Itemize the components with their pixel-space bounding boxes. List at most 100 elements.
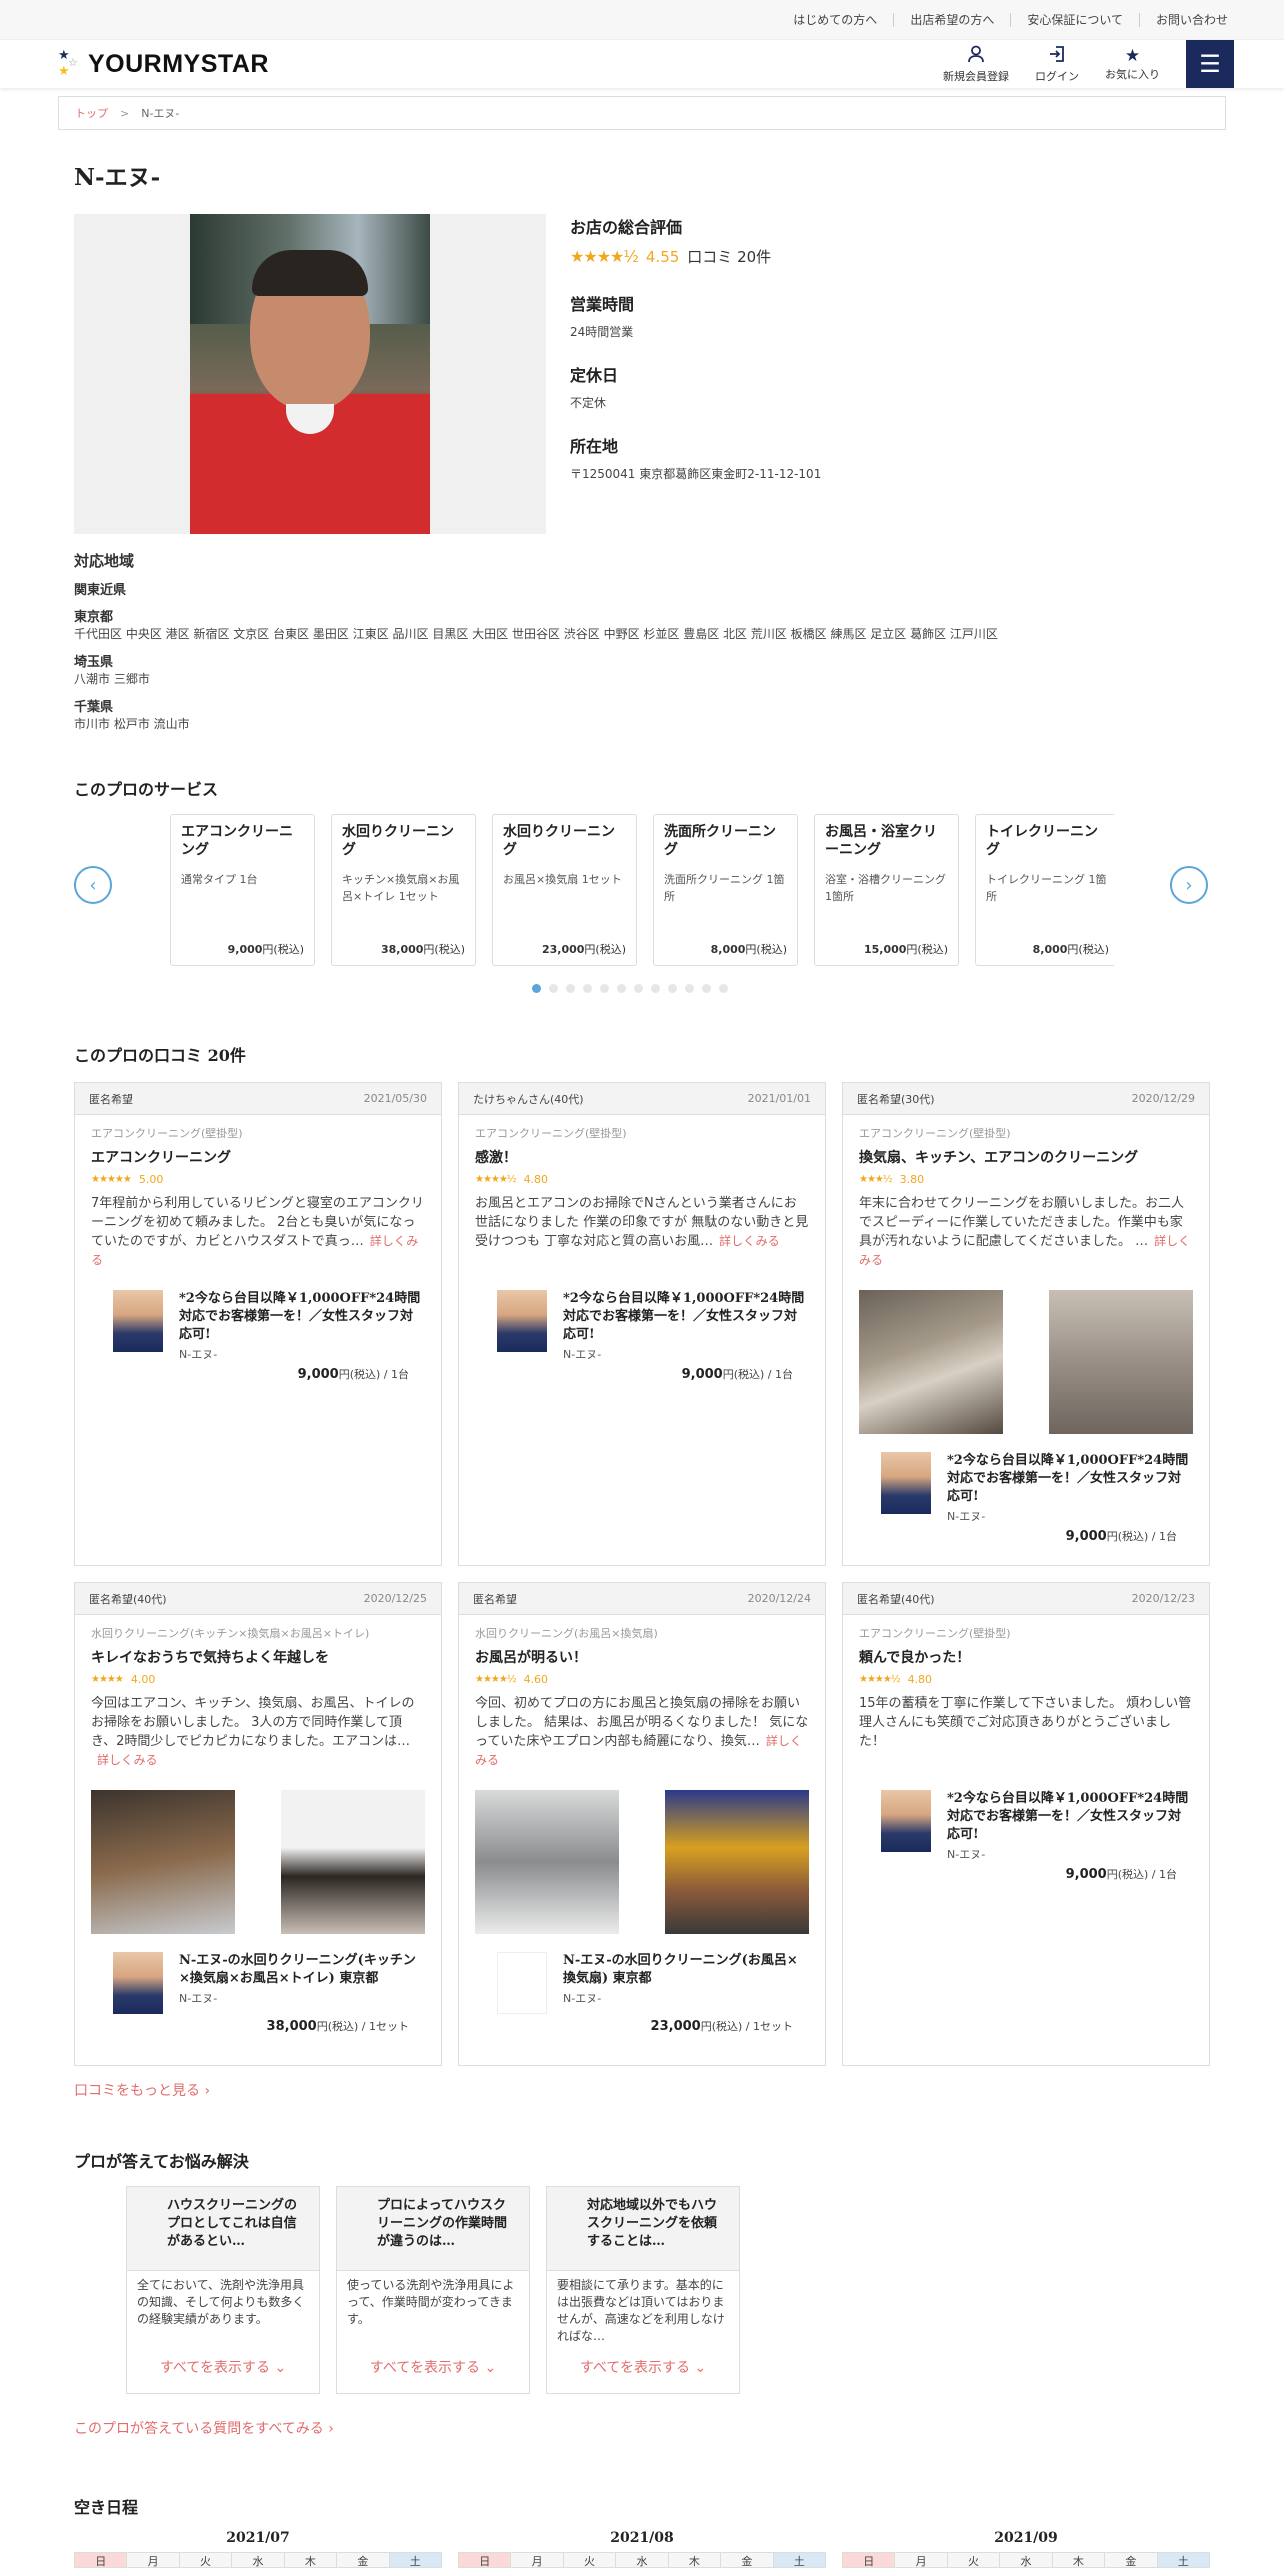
review-header: 匿名希望(40代) 2020/12/25 (75, 1583, 441, 1615)
review-card: 匿名希望(30代) 2020/12/29 エアコンクリーニング(壁掛型) 換気扇、キッ… (842, 1082, 1210, 1566)
review-service-title: *2今なら台目以降￥1,000OFF*24時間対応でお客様第一を！／女性スタッフ… (563, 1291, 805, 1342)
pro-photo-frame (74, 214, 546, 534)
review-text-body: 今回はエアコン、キッチン、換気扇、お風呂、トイレのお掃除をお願いしました。 3人… (91, 1696, 415, 1749)
review-card: 匿名希望 2021/05/30 エアコンクリーニング(壁掛型) エアコンクリーニング ★… (74, 1082, 442, 1566)
faq-card[interactable]: 対応地域以外でもハウスクリーニングを依頼することは… 要相談にて承ります。基本的に… (546, 2186, 740, 2394)
top-link-beginners[interactable]: はじめての方へ (777, 13, 893, 27)
service-card[interactable]: トイレクリーニング トイレクリーニング 1箇所 8,000円(税込) (975, 814, 1114, 966)
carousel-dot[interactable] (583, 984, 592, 993)
faq-show-all-link[interactable]: すべてを表示する ⌄ (127, 2357, 319, 2377)
login-button[interactable]: ログイン (1035, 45, 1079, 84)
logo-text: YOURMYSTAR (88, 49, 269, 78)
carousel-next-button[interactable]: › (1170, 866, 1208, 904)
service-price-value: 38,000 (380, 943, 424, 956)
weekday-label: 火 (947, 2552, 1001, 2568)
review-service[interactable]: *2今なら台目以降￥1,000OFF*24時間対応でお客様第一を！／女性スタッフ… (91, 1290, 425, 1362)
review-title: 感激！ (475, 1150, 517, 1166)
carousel-dot[interactable] (634, 984, 643, 993)
service-card[interactable]: 水回りクリーニング お風呂×換気扇 1セット 23,000円(税込) (492, 814, 637, 966)
breadcrumb-current: N-エヌ- (141, 107, 180, 120)
carousel-dot[interactable] (651, 984, 660, 993)
review-photo[interactable] (1049, 1290, 1193, 1434)
review-price-unit: 円(税込) / 1台 (1106, 1530, 1177, 1543)
carousel-dot[interactable] (702, 984, 711, 993)
review-rating: ★★★★½ 4.80 (859, 1673, 1193, 1686)
review-photo[interactable] (859, 1290, 1003, 1434)
hamburger-menu-button[interactable]: ☰ (1186, 40, 1234, 88)
carousel-prev-button[interactable]: ‹ (74, 866, 112, 904)
service-price: 8,000円(税込) (1033, 941, 1109, 957)
service-desc: 通常タイプ 1台 (181, 873, 258, 886)
review-service-title: *2今なら台目以降￥1,000OFF*24時間対応でお客様第一を！／女性スタッフ… (947, 1453, 1189, 1504)
review-category: エアコンクリーニング(壁掛型) (859, 1627, 1011, 1640)
chevron-left-icon: ‹ (89, 874, 97, 896)
favorites-button[interactable]: ★ お気に入り (1105, 46, 1160, 82)
service-thumbnail (497, 1290, 547, 1352)
page-title: N-エヌ- (74, 164, 161, 191)
review-count[interactable]: 口コミ 20件 (687, 246, 771, 267)
review-photo[interactable] (475, 1790, 619, 1934)
review-service-info: *2今なら台目以降￥1,000OFF*24時間対応でお客様第一を！／女性スタッフ… (179, 1290, 425, 1362)
service-thumbnail (881, 1452, 931, 1514)
review-body: エアコンクリーニング(壁掛型) 頼んで良かった！ ★★★★½ 4.80 15年の蓄積を丁… (843, 1615, 1209, 1892)
service-card[interactable]: 洗面所クリーニング 洗面所クリーニング 1箇所 8,000円(税込) (653, 814, 798, 966)
review-service-pro: N-エヌ- (947, 1848, 986, 1861)
review-service[interactable]: N-エヌ-の水回りクリーニング(キッチン×換気扇×お風呂×トイレ) 東京都 N-エ… (91, 1952, 425, 2014)
carousel-dot[interactable] (600, 984, 609, 993)
month-calendar: 2021/08 日月火水木金土 (458, 2530, 826, 2568)
all-questions-link[interactable]: このプロが答えている質問をすべてみる › (74, 2418, 334, 2438)
faq-answer: 要相談にて承ります。基本的には出張費などは頂いてはおりませんが、高速などを利用し… (557, 2278, 725, 2343)
review-text: 15年の蓄積を丁寧に作業して下さいました。 煩わしい管理人さんにも笑顔でご対応頂… (859, 1694, 1193, 1772)
signup-button[interactable]: 新規会員登録 (943, 45, 1009, 84)
review-title: エアコンクリーニング (91, 1150, 231, 1166)
review-rating: ★★★★½ 4.60 (475, 1673, 809, 1686)
rating-stars-icon: ★★★★½ (570, 247, 639, 266)
user-icon (967, 45, 985, 68)
carousel-dot[interactable] (719, 984, 728, 993)
service-card[interactable]: お風呂・浴室クリーニング 浴室・浴槽クリーニング 1箇所 15,000円(税込) (814, 814, 959, 966)
service-card[interactable]: エアコンクリーニング 通常タイプ 1台 9,000円(税込) (170, 814, 315, 966)
top-link-contact[interactable]: お問い合わせ (1138, 12, 1244, 27)
carousel-dot[interactable] (617, 984, 626, 993)
review-photo[interactable] (91, 1790, 235, 1934)
service-card[interactable]: 水回りクリーニング キッチン×換気扇×お風呂×トイレ 1セット 38,000円(税込… (331, 814, 476, 966)
review-service[interactable]: N-エヌ-の水回りクリーニング(お風呂×換気扇) 東京都 N-エヌ- (475, 1952, 809, 2014)
review-user: 匿名希望 (473, 1592, 517, 1606)
top-link-shop-applicants[interactable]: 出店希望の方へ (893, 12, 1010, 27)
review-service-pro: N-エヌ- (563, 1348, 602, 1361)
review-photo[interactable] (281, 1790, 425, 1934)
review-price-unit: 円(税込) / 1セット (700, 2020, 793, 2033)
faq-show-all-link[interactable]: すべてを表示する ⌄ (337, 2357, 529, 2377)
service-price: 23,000円(税込) (542, 941, 626, 957)
service-name: 洗面所クリーニング (664, 824, 776, 858)
favorites-label: お気に入り (1105, 68, 1160, 81)
review-service[interactable]: *2今なら台目以降￥1,000OFF*24時間対応でお客様第一を！／女性スタッフ… (859, 1452, 1193, 1524)
review-read-more-link[interactable]: 詳しくみる (719, 1234, 779, 1248)
review-photo[interactable] (665, 1790, 809, 1934)
faq-show-all-link[interactable]: すべてを表示する ⌄ (547, 2357, 739, 2377)
carousel-dot[interactable] (532, 984, 541, 993)
address-value: 〒1250041 東京都葛飾区東金町2-11-12-101 (570, 467, 822, 481)
weekday-label: 火 (179, 2552, 233, 2568)
review-stars-icon: ★★★★½ (475, 1174, 517, 1185)
review-read-more-link[interactable]: 詳しくみる (97, 1753, 157, 1767)
review-service[interactable]: *2今なら台目以降￥1,000OFF*24時間対応でお客様第一を！／女性スタッフ… (475, 1290, 809, 1362)
site-logo[interactable]: ★ ☆ ★ YOURMYSTAR (56, 48, 269, 80)
holiday-label: 定休日 (570, 366, 619, 385)
carousel-dot[interactable] (566, 984, 575, 993)
carousel-dot[interactable] (685, 984, 694, 993)
review-service-info: N-エヌ-の水回りクリーニング(お風呂×換気扇) 東京都 N-エヌ- (563, 1952, 809, 2014)
review-service[interactable]: *2今なら台目以降￥1,000OFF*24時間対応でお客様第一を！／女性スタッフ… (859, 1790, 1193, 1862)
faq-card[interactable]: プロによってハウスクリーニングの作業時間が違うのは… 使っている洗剤や洗浄用具によ… (336, 2186, 530, 2394)
carousel-dot[interactable] (549, 984, 558, 993)
faq-card[interactable]: ハウスクリーニングのプロとしてこれは自信があるとい… 全てにおいて、洗剤や洗浄用具… (126, 2186, 320, 2394)
review-text-body: 15年の蓄積を丁寧に作業して下さいました。 煩わしい管理人さんにも笑顔でご対応頂… (859, 1696, 1192, 1749)
carousel-dot[interactable] (668, 984, 677, 993)
breadcrumb-home-link[interactable]: トップ (75, 105, 108, 121)
weekday-label: 水 (1000, 2552, 1053, 2568)
service-price-unit: 円(税込) (262, 943, 304, 956)
see-more-reviews-link[interactable]: 口コミをもっと見る › (74, 2080, 210, 2100)
review-service-price: 9,000円(税込) / 1台 (859, 1866, 1193, 1882)
review-score: 4.60 (523, 1673, 549, 1686)
top-link-guarantee[interactable]: 安心保証について (1010, 12, 1139, 27)
